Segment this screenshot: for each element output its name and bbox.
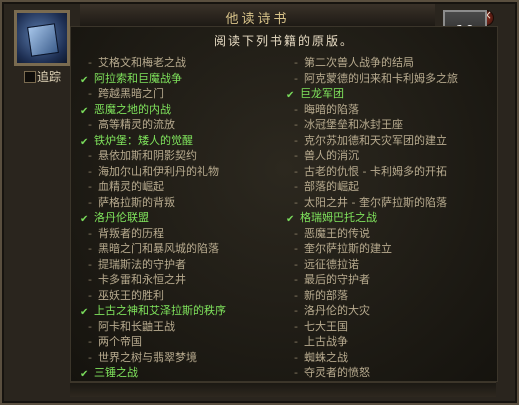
objective-item: 恶魔王的传说: [284, 226, 484, 242]
objective-text: 背叛者的历程: [98, 226, 164, 240]
objective-item: 背叛者的历程: [78, 226, 278, 242]
objective-text: 阿拉索和巨魔战争: [94, 71, 182, 85]
objective-text: 血精灵的崛起: [98, 180, 164, 193]
quest-portrait: [14, 10, 70, 66]
objective-item: 第二次兽人战争的结局: [284, 55, 484, 71]
objective-text: 部落的崛起: [304, 180, 359, 193]
objective-text: 第二次兽人战争的结局: [304, 56, 414, 69]
objective-text: 海加尔山和伊利丹的礼物: [98, 164, 219, 178]
track-label: 追踪: [37, 70, 62, 84]
objective-text: 远征德拉诺: [304, 257, 359, 271]
objective-text: 兽人的消沉: [304, 149, 359, 162]
objective-item: 海加尔山和伊利丹的礼物: [78, 164, 278, 180]
objective-item: 悬依加斯和阴影契约: [78, 148, 278, 164]
objective-item: 夺灵者的愤怒: [284, 365, 484, 381]
objective-item: 蜘蛛之战: [284, 350, 484, 366]
objective-item: 部落的崛起: [284, 179, 484, 195]
objective-item: 太阳之井 - 奎尔萨拉斯的陷落: [284, 195, 484, 211]
objective-text: 世界之树与翡翠梦境: [98, 350, 197, 364]
objective-item: 冰冠堡垒和冰封王座: [284, 117, 484, 133]
objective-text: 巨龙军团: [300, 87, 344, 100]
objective-text: 奎尔萨拉斯的建立: [304, 242, 392, 255]
objective-text: 洛丹伦联盟: [94, 211, 149, 224]
objective-item: 巫妖王的胜利: [78, 288, 278, 304]
objective-text: 古老的仇恨 - 卡利姆多的开拓: [304, 164, 447, 178]
objective-text: 上古之神和艾泽拉斯的秩序: [94, 304, 226, 317]
objective-text: 蜘蛛之战: [304, 350, 348, 364]
objective-text: 夺灵者的愤怒: [304, 366, 370, 379]
objective-header[interactable]: ✔ 铁炉堡：矮人的觉醒: [78, 133, 278, 149]
objective-item: 新的部落: [284, 288, 484, 304]
bottom-bar: [70, 382, 496, 397]
objective-text: 跨越黑暗之门: [98, 87, 164, 100]
objective-item: 跨越黑暗之门: [78, 86, 278, 102]
check-icon: ✔: [80, 369, 89, 380]
objective-text: 太阳之井 - 奎尔萨拉斯的陷落: [304, 195, 447, 209]
book-icon: [27, 23, 59, 57]
objective-header[interactable]: ✔ 恶魔之地的内战: [78, 102, 278, 118]
objective-text: 高等精灵的流放: [98, 118, 175, 131]
objective-item: 两个帝国: [78, 334, 278, 350]
objective-item: 卡多雷和永恒之井: [78, 272, 278, 288]
objective-text: 最后的守护者: [304, 273, 370, 286]
objective-item: 提瑞斯法的守护者: [78, 257, 278, 273]
objective-header[interactable]: ✔ 三锤之战: [78, 365, 278, 381]
right-column: 第二次兽人战争的结局阿克蒙德的归来和卡利姆多之旅✔巨龙军团晦暗的陷落冰冠堡垒和冰…: [284, 55, 484, 381]
objective-text: 悬依加斯和阴影契约: [98, 149, 197, 162]
objective-text: 卡多雷和永恒之井: [98, 273, 186, 286]
objective-text: 萨格拉斯的背叛: [98, 195, 175, 209]
objective-text: 巫妖王的胜利: [98, 288, 164, 302]
objective-text: 恶魔王的传说: [304, 226, 370, 240]
objective-text: 两个帝国: [98, 335, 142, 348]
objective-text: 铁炉堡：矮人的觉醒: [94, 133, 193, 147]
objective-header[interactable]: ✔ 上古之神和艾泽拉斯的秩序: [78, 303, 278, 319]
objective-item: 黑暗之门和暴风城的陷落: [78, 241, 278, 257]
objective-item: 晦暗的陷落: [284, 102, 484, 118]
objective-text: 七大王国: [304, 319, 348, 333]
objective-text: 洛丹伦的大灾: [304, 304, 370, 317]
objective-header[interactable]: ✔ 格瑞姆巴托之战: [284, 210, 484, 226]
objective-item: 世界之树与翡翠梦境: [78, 350, 278, 366]
objective-text: 新的部落: [304, 288, 348, 302]
title-bar[interactable]: 他读诗书: [80, 4, 494, 27]
objective-item: 高等精灵的流放: [78, 117, 278, 133]
left-column: 艾格文和梅老之战✔阿拉索和巨魔战争跨越黑暗之门✔恶魔之地的内战高等精灵的流放✔铁…: [78, 55, 278, 381]
objective-text: 上古战争: [304, 335, 348, 348]
objective-text: 提瑞斯法的守护者: [98, 257, 186, 271]
objective-text: 三锤之战: [94, 366, 138, 379]
objective-header[interactable]: ✔ 洛丹伦联盟: [78, 210, 278, 226]
objective-item: 克尔苏加德和天灾军团的建立: [284, 133, 484, 149]
objective-item: 阿克蒙德的归来和卡利姆多之旅: [284, 71, 484, 87]
objective-text: 冰冠堡垒和冰封王座: [304, 118, 403, 131]
quest-content: 阅读下列书籍的原版。 艾格文和梅老之战✔阿拉索和巨魔战争跨越黑暗之门✔恶魔之地的…: [70, 26, 498, 382]
objective-item: 血精灵的崛起: [78, 179, 278, 195]
objective-item: 艾格文和梅老之战: [78, 55, 278, 71]
objective-item: 阿卡和长鼬王战: [78, 319, 278, 335]
objective-header[interactable]: ✔ 阿拉索和巨魔战争: [78, 71, 278, 87]
objective-text: 黑暗之门和暴风城的陷落: [98, 242, 219, 255]
objective-text: 格瑞姆巴托之战: [300, 211, 377, 224]
objective-text: 艾格文和梅老之战: [98, 56, 186, 69]
objective-item: 古老的仇恨 - 卡利姆多的开拓: [284, 164, 484, 180]
objective-item: 兽人的消沉: [284, 148, 484, 164]
objective-item: 七大王国: [284, 319, 484, 335]
objective-text: 阿克蒙德的归来和卡利姆多之旅: [304, 71, 458, 85]
objective-text: 晦暗的陷落: [304, 102, 359, 116]
quest-subtitle: 阅读下列书籍的原版。: [213, 34, 354, 48]
objective-item: 最后的守护者: [284, 272, 484, 288]
objective-text: 阿卡和长鼬王战: [98, 319, 175, 333]
objective-item: 远征德拉诺: [284, 257, 484, 273]
objective-header[interactable]: ✔ 巨龙军团: [284, 86, 484, 102]
track-checkbox[interactable]: [24, 71, 36, 83]
objective-text: 恶魔之地的内战: [94, 102, 171, 116]
objective-item: 奎尔萨拉斯的建立: [284, 241, 484, 257]
objective-item: 上古战争: [284, 334, 484, 350]
window-title: 他读诗书: [225, 12, 290, 27]
objective-item: 洛丹伦的大灾: [284, 303, 484, 319]
objective-item: 萨格拉斯的背叛: [78, 195, 278, 211]
objective-text: 克尔苏加德和天灾军团的建立: [304, 133, 447, 147]
